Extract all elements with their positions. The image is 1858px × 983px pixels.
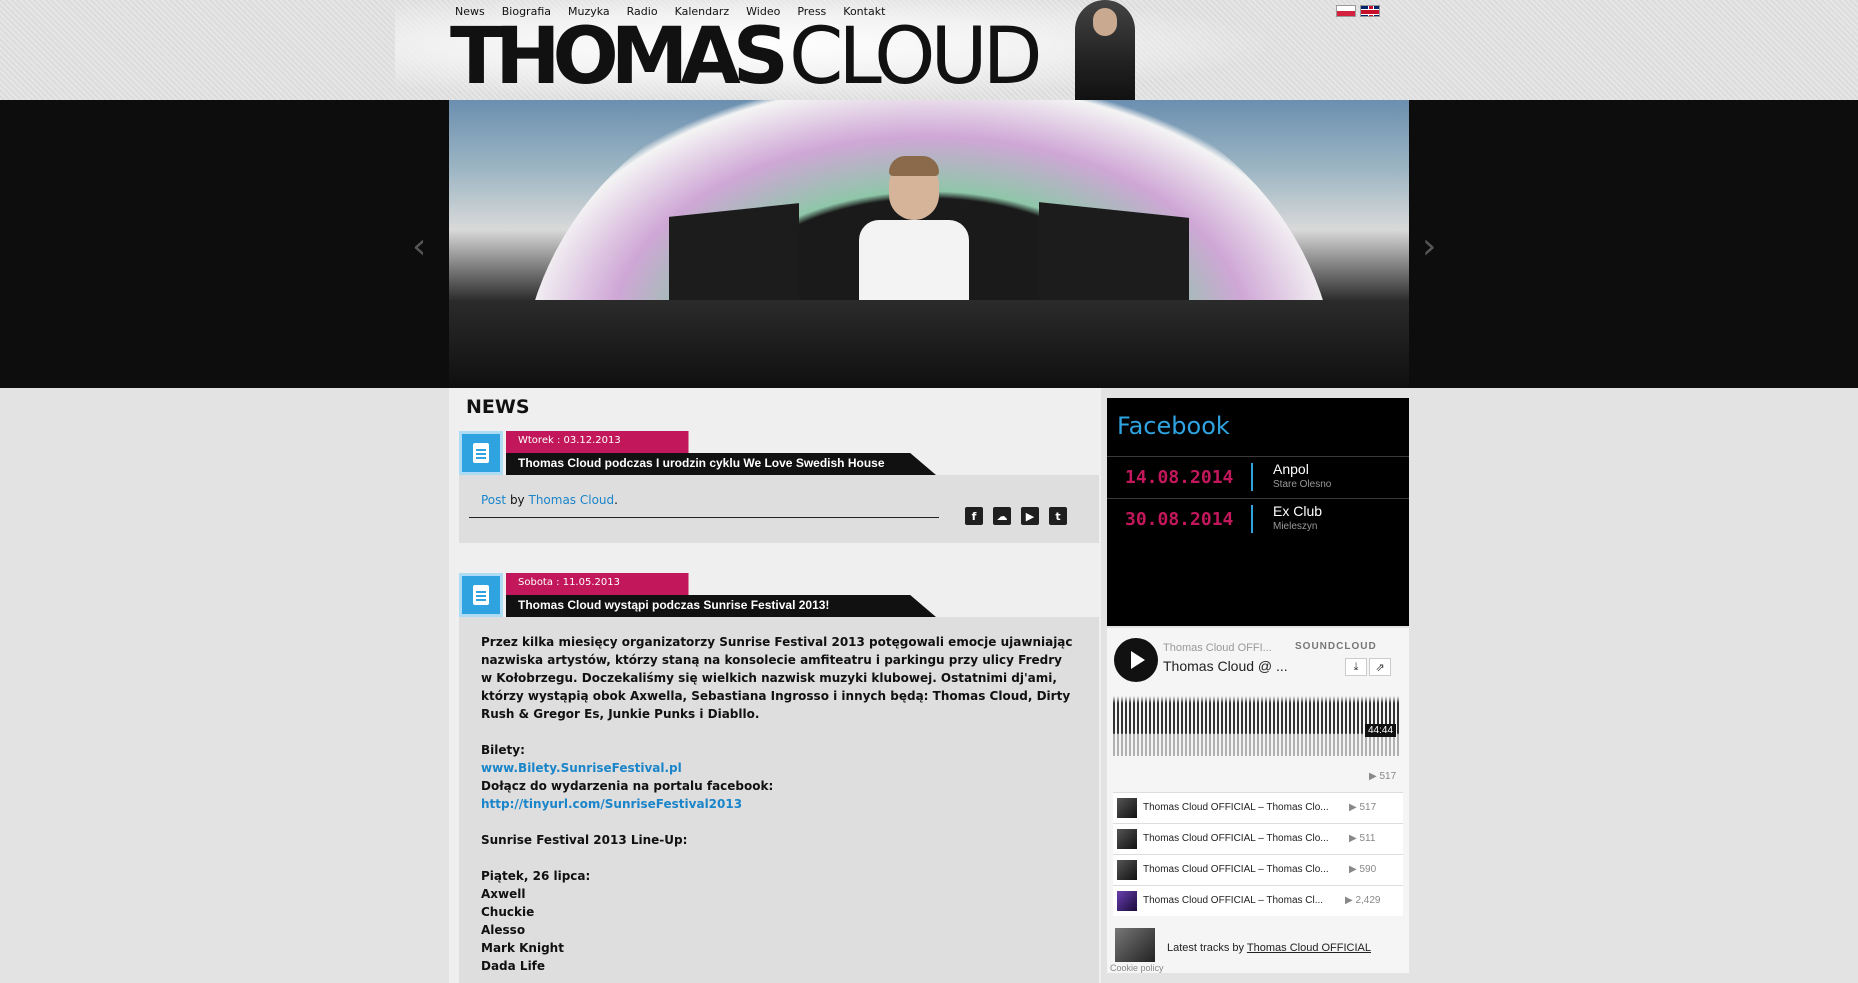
soundcloud-widget: Thomas Cloud OFFI... SOUNDCLOUD Thomas C… [1107,628,1409,973]
logo-bold: THOMAS [450,12,789,102]
lineup-artist: Mark Knight [481,941,564,955]
event-venue: Anpol [1273,461,1309,477]
sidebar: Facebook 14.08.2014 Anpol Stare Olesno 3… [1107,398,1409,626]
sc-footer: Latest tracks by Thomas Cloud OFFICIAL [1115,928,1401,968]
lineup-artist: Dada Life [481,959,546,973]
slider-prev-icon[interactable]: ‹ [412,226,426,267]
section-title: NEWS [466,396,530,418]
track-thumbnail [1117,891,1137,911]
event-row[interactable]: 30.08.2014 Ex Club Mieleszyn [1107,498,1409,539]
dj-desk [449,300,1409,388]
divider [469,517,939,518]
author-link[interactable]: Thomas Cloud [528,493,614,507]
byline-end: . [614,493,618,507]
facebook-icon[interactable]: f [965,507,983,525]
language-switcher [1336,5,1380,17]
event-separator [1251,463,1253,491]
site-logo[interactable]: THOMAS CLOUD [450,18,1043,96]
post-title[interactable]: Thomas Cloud wystąpi podczas Sunrise Fes… [506,595,936,617]
share-icons: f ☁ ▶ t [965,507,1067,525]
latest-tracks-text: Latest tracks by Thomas Cloud OFFICIAL [1167,942,1371,954]
event-date: 14.08.2014 [1125,467,1234,488]
track-row-plays: ▶ 517 [1349,802,1377,813]
track-row[interactable]: Thomas Cloud OFFICIAL – Thomas Cl... ▶ 2… [1113,885,1403,916]
soundcloud-logo[interactable]: SOUNDCLOUD [1295,641,1377,652]
flag-pl-icon[interactable] [1336,5,1356,17]
share-icon[interactable]: ⇗ [1369,658,1391,676]
tickets-link[interactable]: www.Bilety.SunriseFestival.pl [481,761,682,775]
hero-image [449,100,1409,388]
track-thumbnail [1117,860,1137,880]
logo-thin: CLOUD [788,12,1043,102]
play-count: ▶ 517 [1369,771,1397,782]
byline-by: by [509,493,525,507]
youtube-icon[interactable]: ▶ [1021,507,1039,525]
play-icon[interactable] [1114,638,1158,682]
news-post: Sobota : 11.05.2013 Thomas Cloud wystąpi… [459,573,1099,983]
article-intro: Przez kilka miesięcy organizatorzy Sunri… [481,635,1073,721]
track-row-plays: ▶ 590 [1349,864,1377,875]
track-row-title: Thomas Cloud OFFICIAL – Thomas Clo... [1143,833,1329,844]
post-title[interactable]: Thomas Cloud podczas I urodzin cyklu We … [506,453,936,475]
event-venue: Ex Club [1273,503,1323,519]
facebook-event-link[interactable]: http://tinyurl.com/SunriseFestival2013 [481,797,742,811]
event-city: Mieleszyn [1273,521,1318,532]
track-list: Thomas Cloud OFFICIAL – Thomas Clo... ▶ … [1113,792,1403,916]
track-thumbnail [1117,798,1137,818]
waveform[interactable] [1113,696,1399,756]
post-body: Przez kilka miesięcy organizatorzy Sunri… [459,617,1099,983]
lineup-day: Piątek, 26 lipca: [481,869,591,883]
post-date: Wtorek : 03.12.2013 [506,431,721,453]
download-icon[interactable]: ⤓ [1345,658,1367,676]
event-date: 30.08.2014 [1125,509,1234,530]
post-link[interactable]: Post [481,493,506,507]
twitter-icon[interactable]: t [1049,507,1067,525]
facebook-event-label: Dołącz do wydarzenia na portalu facebook… [481,779,774,793]
artist-portrait [1075,0,1135,100]
slider-next-icon[interactable]: › [1422,226,1436,267]
play-count-value: 517 [1379,771,1397,782]
track-row-title: Thomas Cloud OFFICIAL – Thomas Clo... [1143,864,1329,875]
sc-track-title[interactable]: Thomas Cloud @ ... [1163,658,1288,674]
track-row[interactable]: Thomas Cloud OFFICIAL – Thomas Clo... ▶ … [1113,854,1403,885]
track-thumbnail [1117,829,1137,849]
track-row-plays: ▶ 511 [1349,833,1376,844]
track-row[interactable]: Thomas Cloud OFFICIAL – Thomas Clo... ▶ … [1113,823,1403,854]
lineup-title: Sunrise Festival 2013 Line-Up: [481,833,688,847]
latest-tracks-link[interactable]: Thomas Cloud OFFICIAL [1247,942,1371,954]
event-row[interactable]: 14.08.2014 Anpol Stare Olesno [1107,456,1409,497]
sc-user[interactable]: Thomas Cloud OFFI... [1163,642,1272,654]
facebook-title[interactable]: Facebook [1117,412,1230,440]
track-row-plays: ▶ 2,429 [1345,895,1381,906]
news-post: Wtorek : 03.12.2013 Thomas Cloud podczas… [459,431,1099,543]
latest-tracks-prefix: Latest tracks by [1167,942,1245,954]
tickets-label: Bilety: [481,743,525,757]
lineup-artist: Chuckie [481,905,535,919]
soundcloud-icon[interactable]: ☁ [993,507,1011,525]
track-row-title: Thomas Cloud OFFICIAL – Thomas Cl... [1143,895,1324,906]
lineup-artist: Alesso [481,923,526,937]
flag-en-icon[interactable] [1360,5,1380,17]
lineup-artist: Axwell [481,887,526,901]
post-date: Sobota : 11.05.2013 [506,573,721,595]
track-duration: 44:44 [1365,724,1397,737]
event-city: Stare Olesno [1273,479,1332,490]
header: News Biografia Muzyka Radio Kalendarz Wi… [0,0,1858,100]
event-separator [1251,505,1253,533]
avatar[interactable] [1115,928,1155,962]
hero-slider: ‹ › [0,100,1858,388]
track-row-title: Thomas Cloud OFFICIAL – Thomas Clo... [1143,802,1329,813]
document-icon [459,431,503,475]
article-text: Przez kilka miesięcy organizatorzy Sunri… [459,617,1099,983]
events-box: Facebook 14.08.2014 Anpol Stare Olesno 3… [1107,398,1409,626]
document-icon [459,573,503,617]
cookie-policy-link[interactable]: Cookie policy [1110,963,1164,973]
post-body: Post by Thomas Cloud. f ☁ ▶ t [459,475,1099,543]
track-row[interactable]: Thomas Cloud OFFICIAL – Thomas Clo... ▶ … [1113,792,1403,823]
